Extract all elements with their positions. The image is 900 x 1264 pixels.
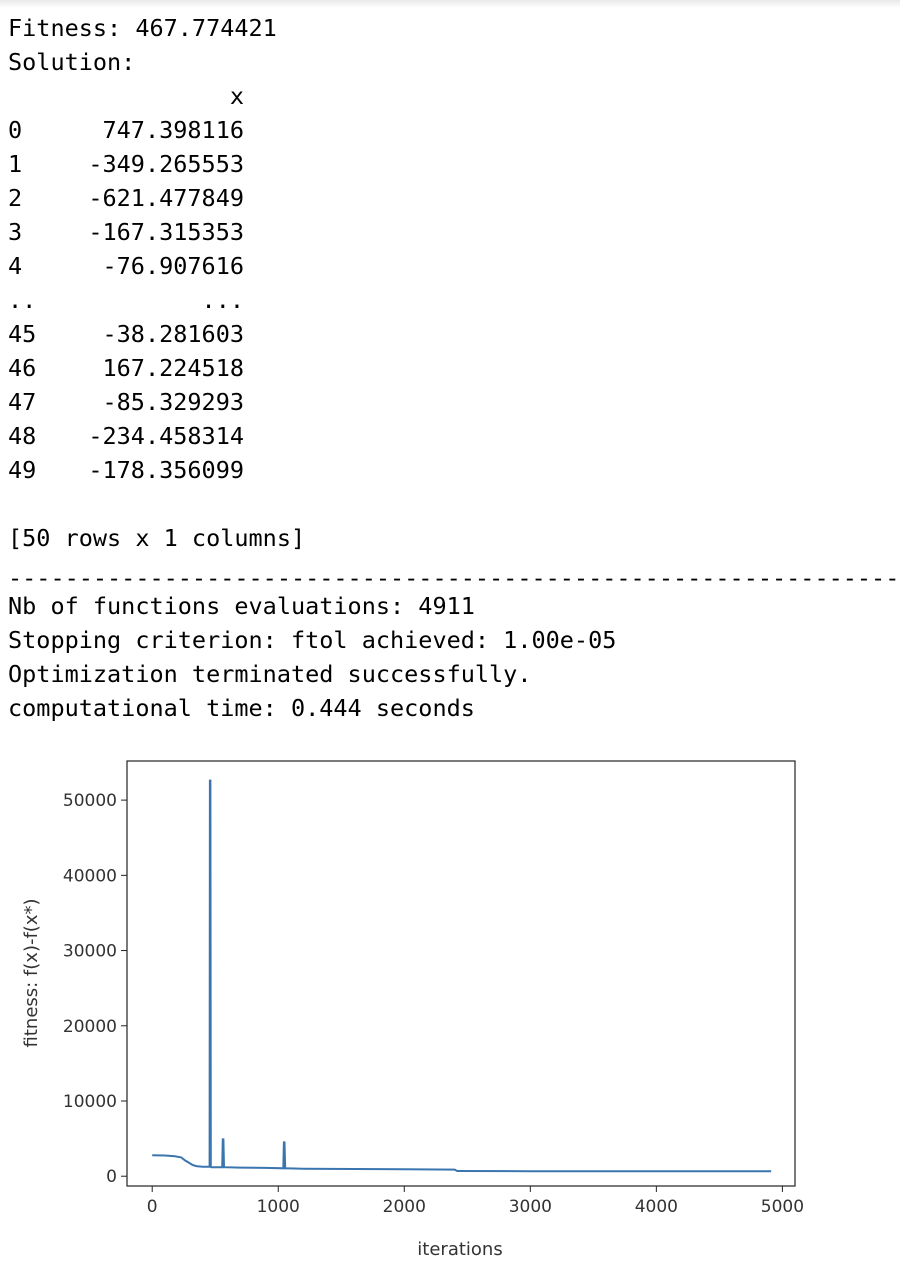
table-row: 48 -234.458314 — [8, 419, 244, 453]
row-index: .. — [8, 286, 37, 314]
table-row: 4 -76.907616 — [8, 249, 244, 283]
y-tick-label: 30000 — [63, 942, 117, 962]
dataframe-shape: [50 rows x 1 columns] — [8, 524, 306, 552]
x-axis-ticks: 0 1000 2000 3000 4000 5000 — [147, 1186, 804, 1217]
row-value: 747.398116 — [102, 116, 244, 144]
y-tick-label: 50000 — [63, 791, 117, 811]
row-value: -38.281603 — [102, 320, 244, 348]
row-value: ... — [201, 286, 244, 314]
table-row: 49 -178.356099 — [8, 453, 244, 487]
series-line — [152, 779, 772, 1173]
x-tick-label: 1000 — [257, 1197, 300, 1217]
row-index: 49 — [8, 456, 37, 484]
row-index: 48 — [8, 422, 37, 450]
row-index: 46 — [8, 354, 37, 382]
table-row-ellipsis: ..... — [8, 283, 244, 317]
table-row: 2 -621.477849 — [8, 181, 244, 215]
y-tick-label: 40000 — [63, 866, 117, 886]
top-shadow — [0, 0, 900, 8]
row-index: 47 — [8, 388, 37, 416]
table-row: 47 -85.329293 — [8, 385, 244, 419]
row-value: -621.477849 — [88, 184, 244, 212]
row-value: -234.458314 — [88, 422, 244, 450]
row-index: 2 — [8, 184, 23, 212]
table-row: 1 -349.265553 — [8, 147, 244, 181]
row-index: 3 — [8, 218, 23, 246]
row-index: 4 — [8, 252, 23, 280]
nb-evaluations-line: Nb of functions evaluations: 4911 — [8, 592, 475, 620]
x-tick-label: 4000 — [635, 1197, 678, 1217]
x-tick-label: 2000 — [383, 1197, 426, 1217]
row-index: 1 — [8, 150, 23, 178]
x-tick-label: 3000 — [509, 1197, 552, 1217]
y-tick-label: 10000 — [63, 1092, 117, 1112]
solution-label: Solution: — [8, 48, 136, 76]
y-axis-label: fitness: f(x)-f(x*) — [21, 899, 42, 1048]
table-row: 0 747.398116 — [8, 113, 244, 147]
y-tick-label: 0 — [106, 1167, 117, 1187]
table-row: 45 -38.281603 — [8, 317, 244, 351]
column-header: x — [229, 82, 244, 110]
fitness-line: Fitness: 467.774421 — [8, 14, 277, 42]
table-row: 46 167.224518 — [8, 351, 244, 385]
x-axis-label: iterations — [417, 1239, 502, 1260]
row-index: 0 — [8, 116, 23, 144]
row-value: -167.315353 — [88, 218, 244, 246]
row-value: -76.907616 — [102, 252, 244, 280]
row-value: -178.356099 — [88, 456, 244, 484]
computational-time-line: computational time: 0.444 seconds — [8, 694, 475, 722]
row-value: -85.329293 — [102, 388, 244, 416]
row-value: -349.265553 — [88, 150, 244, 178]
y-tick-label: 20000 — [63, 1017, 117, 1037]
x-tick-label: 0 — [147, 1197, 158, 1217]
termination-line: Optimization terminated successfully. — [8, 660, 532, 688]
fitness-chart: 0 10000 20000 30000 40000 50000 0 1000 2000 3000… — [21, 760, 804, 1260]
x-tick-label: 5000 — [761, 1197, 804, 1217]
plot-frame — [126, 760, 796, 1187]
stopping-criterion-line: Stopping criterion: ftol achieved: 1.00e… — [8, 626, 617, 654]
table-row: 3 -167.315353 — [8, 215, 244, 249]
y-axis-ticks: 0 10000 20000 30000 40000 50000 — [63, 791, 127, 1187]
row-value: 167.224518 — [102, 354, 244, 382]
row-index: 45 — [8, 320, 37, 348]
